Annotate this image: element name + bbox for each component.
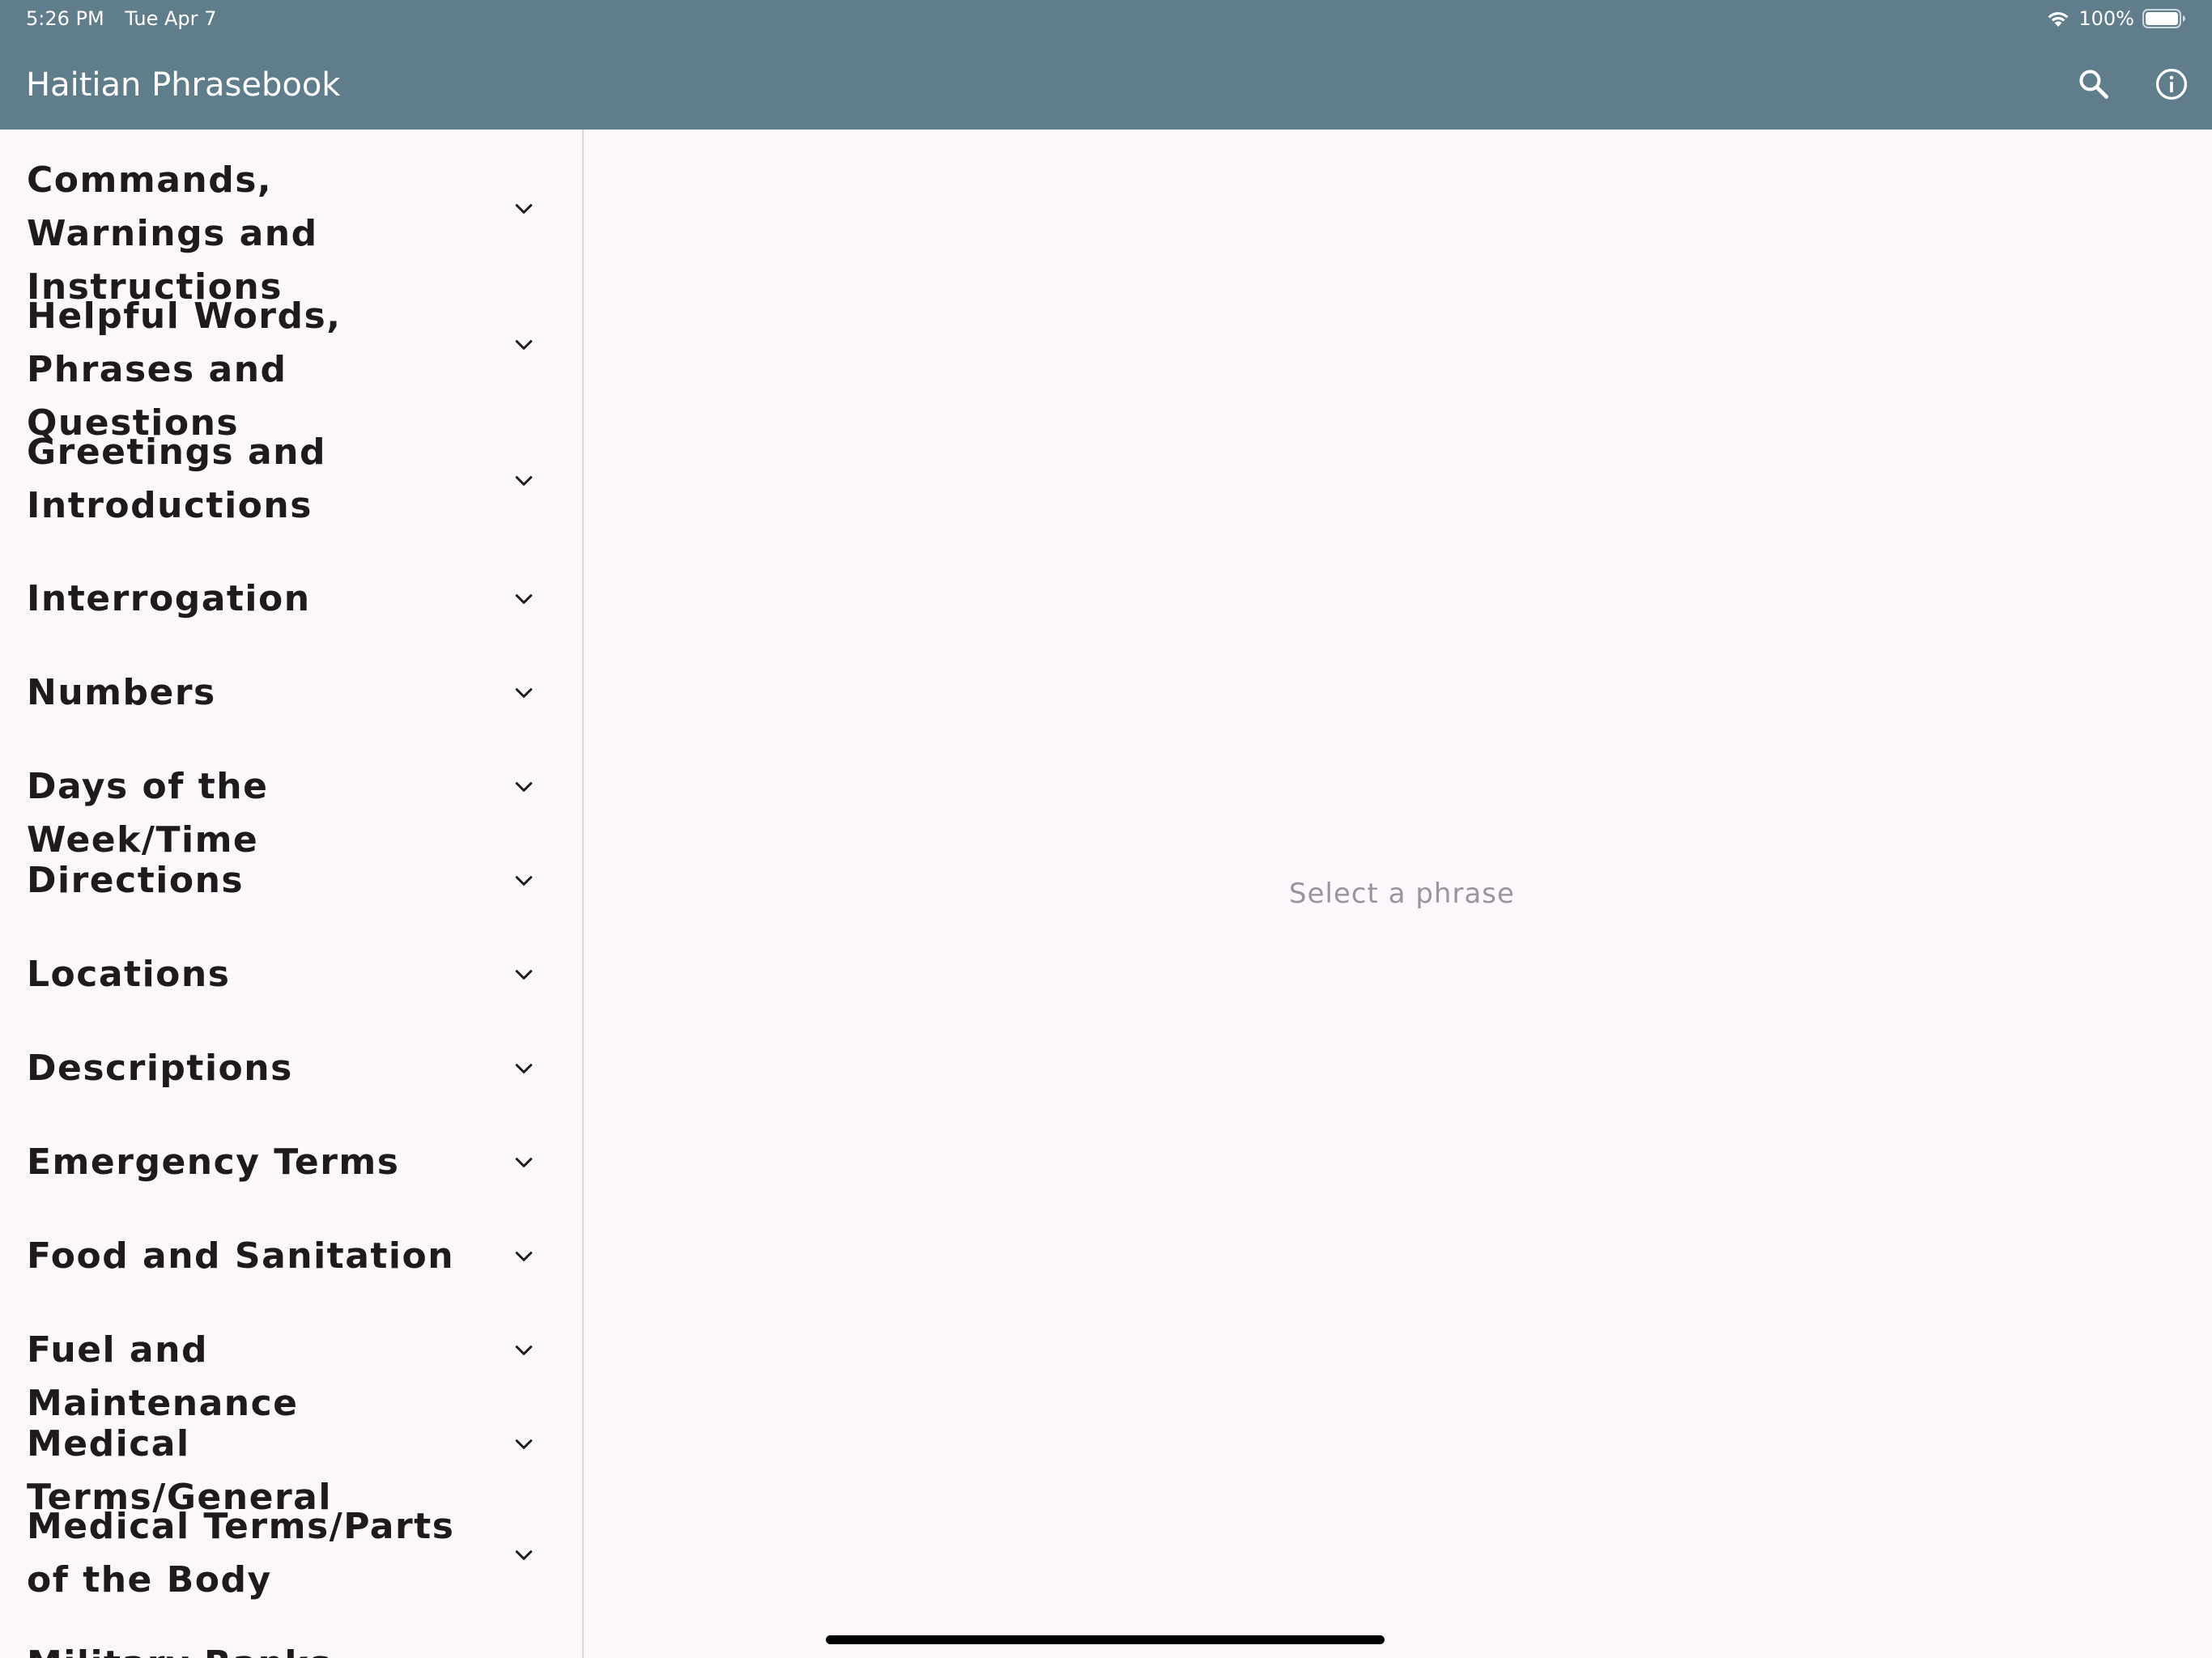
category-item[interactable]: Medical Terms/General xyxy=(0,1397,582,1518)
status-date: Tue Apr 7 xyxy=(125,7,217,30)
category-list[interactable]: Commands, Warnings and Instructions Help… xyxy=(0,130,584,1658)
category-item[interactable]: Days of the Week/Time xyxy=(0,740,582,861)
chevron-down-icon xyxy=(512,1432,536,1456)
battery-percentage: 100% xyxy=(2078,7,2134,30)
top-app-bar: 5:26 PM Tue Apr 7 100% Haitian Phraseboo… xyxy=(0,0,2212,130)
home-indicator[interactable] xyxy=(826,1635,1385,1644)
category-item[interactable]: Numbers xyxy=(0,646,582,740)
app-title: Haitian Phrasebook xyxy=(26,66,341,104)
wifi-icon xyxy=(2048,11,2069,27)
category-item[interactable]: Directions xyxy=(0,834,582,928)
category-item[interactable]: Emergency Terms xyxy=(0,1116,582,1209)
category-label: Descriptions xyxy=(27,1048,293,1089)
category-item[interactable]: Fuel and Maintenance xyxy=(0,1303,582,1424)
category-item[interactable]: Greetings and Introductions xyxy=(0,414,582,544)
category-item[interactable]: Food and Sanitation xyxy=(0,1209,582,1303)
chevron-down-icon xyxy=(512,681,536,705)
category-label: Interrogation xyxy=(27,578,311,619)
category-item[interactable]: Commands, Warnings and Instructions xyxy=(0,142,582,308)
search-button[interactable] xyxy=(2074,65,2113,104)
chevron-down-icon xyxy=(512,469,536,493)
chevron-down-icon xyxy=(512,1338,536,1363)
chevron-down-icon xyxy=(512,333,536,357)
battery-icon xyxy=(2142,9,2185,28)
category-label: Emergency Terms xyxy=(27,1141,400,1183)
category-item[interactable]: Interrogation xyxy=(0,552,582,646)
category-item[interactable]: Locations xyxy=(0,928,582,1022)
info-button[interactable] xyxy=(2152,65,2191,104)
category-label: Locations xyxy=(27,954,231,995)
chevron-down-icon xyxy=(512,963,536,987)
chevron-down-icon xyxy=(512,1150,536,1175)
category-label: Directions xyxy=(27,860,245,901)
category-item[interactable]: Medical Terms/Parts of the Body xyxy=(0,1490,582,1619)
chevron-down-icon xyxy=(512,1056,536,1081)
screen: 5:26 PM Tue Apr 7 100% Haitian Phraseboo… xyxy=(0,0,2212,1658)
category-item[interactable]: Military Ranks xyxy=(0,1627,582,1658)
chevron-down-icon xyxy=(512,869,536,893)
category-label: Military Ranks xyxy=(27,1638,480,1658)
category-label: Medical Terms/Parts of the Body xyxy=(27,1506,455,1601)
info-icon xyxy=(2155,68,2188,100)
chevron-down-icon xyxy=(512,197,536,221)
chevron-down-icon xyxy=(512,1543,536,1567)
chevron-down-icon xyxy=(512,1244,536,1269)
category-label: Greetings and Introductions xyxy=(27,432,326,526)
chevron-down-icon xyxy=(512,775,536,799)
status-bar-left: 5:26 PM Tue Apr 7 xyxy=(26,6,231,31)
search-icon xyxy=(2079,70,2108,99)
empty-state-message: Select a phrase xyxy=(1289,878,1515,910)
status-bar-right: 100% xyxy=(2046,6,2186,31)
chevron-down-icon xyxy=(512,1652,536,1658)
category-label: Food and Sanitation xyxy=(27,1235,455,1277)
category-item[interactable]: Descriptions xyxy=(0,1022,582,1116)
status-time: 5:26 PM xyxy=(26,7,104,30)
category-label: Numbers xyxy=(27,672,216,713)
category-item[interactable]: Helpful Words, Phrases and Questions xyxy=(0,278,582,444)
chevron-down-icon xyxy=(512,587,536,611)
